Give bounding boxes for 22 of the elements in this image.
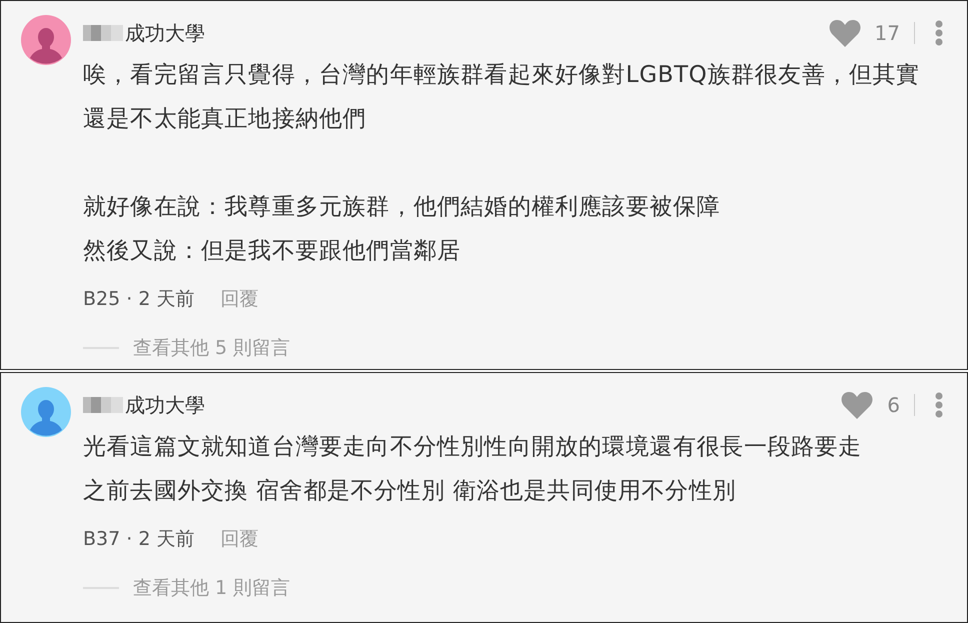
reply-link[interactable]: 回覆 [220,526,258,552]
more-options-icon[interactable] [935,20,943,46]
blurred-name-drawing [83,395,123,415]
comment-text: 然後又說：但是我不要跟他們當鄰居 [83,237,461,266]
author-name: 成功大學 [125,20,205,46]
comment-text: 還是不太能真正地接納他們 [83,105,366,134]
like-count: 17 [874,21,900,45]
reply-link[interactable]: 回覆 [220,286,258,312]
comment-text: 唉，看完留言只覺得，台灣的年輕族群看起來好像對LGBTQ族群很友善，但其實 [83,61,920,90]
view-more-replies-link[interactable]: 查看其他 5 則留言 [133,335,290,361]
floor-and-time: B25 · 2 天前 [83,287,194,312]
heart-icon[interactable] [828,19,861,47]
comment-text: 之前去國外交換 宿舍都是不分性別 衛浴也是共同使用不分性別 [83,477,736,506]
heart-icon[interactable] [841,391,874,419]
author-name: 成功大學 [125,392,205,418]
more-options-icon[interactable] [935,392,943,418]
comment-text: 光看這篇文就知道台灣要走向不分性別性向開放的環境還有很長一段路要走 [83,433,862,462]
comment-text: 就好像在說：我尊重多元族群，他們結婚的權利應該要被保障 [83,193,720,222]
floor-and-time: B37 · 2 天前 [83,527,194,552]
blurred-name-drawing [83,23,123,43]
like-count: 6 [887,393,900,417]
view-more-replies-link[interactable]: 查看其他 1 則留言 [133,575,290,601]
